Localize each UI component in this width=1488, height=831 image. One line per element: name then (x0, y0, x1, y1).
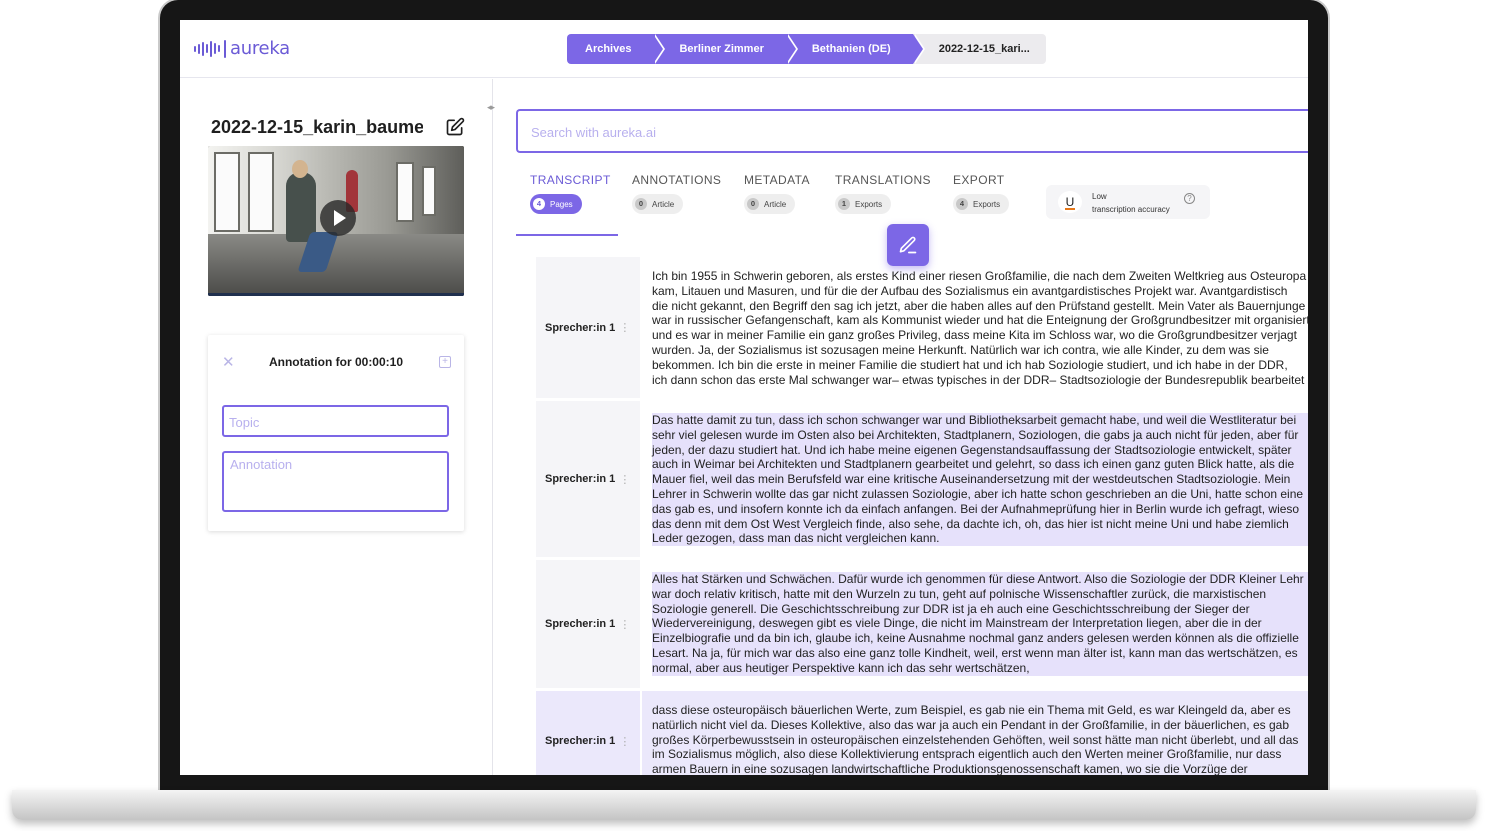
transcription-accuracy-badge: U Low transcription accuracy ? (1046, 185, 1210, 219)
tab-export[interactable]: EXPORT 4 Exports (953, 173, 1010, 236)
speaker-label[interactable]: Sprecher:in 1 ⋮ (536, 257, 640, 398)
tab-count-badge: 4 Pages (530, 194, 582, 214)
edit-title-icon[interactable] (445, 117, 465, 137)
more-icon[interactable]: ⋮ (619, 735, 630, 748)
topic-input[interactable]: Topic (222, 405, 449, 437)
breadcrumb-current-document: 2022-12-15_kari... (912, 34, 1046, 64)
panel-resize-handle-icon[interactable]: ◂▸ (487, 102, 495, 113)
tab-transcript[interactable]: TRANSCRIPT 4 Pages (530, 173, 611, 236)
annotation-card: ✕ Annotation for 00:00:10 + Topic Annota… (208, 335, 464, 531)
pen-icon (899, 236, 917, 254)
tab-annotations[interactable]: ANNOTATIONS 0 Article (632, 173, 721, 236)
segment-text[interactable]: Das hatte damit zu tun, dass ich schon s… (642, 401, 1308, 557)
segment-text[interactable]: Ich bin 1955 in Schwerin geboren, als er… (642, 257, 1308, 398)
logo-text: aureka (230, 38, 290, 59)
breadcrumb-bethanien[interactable]: Bethanien (DE) (785, 34, 925, 64)
active-tab-indicator (516, 234, 618, 236)
segment-text[interactable]: dass diese osteuropäisch bäuerlichen Wer… (642, 691, 1308, 775)
add-icon[interactable]: + (439, 356, 451, 368)
transcript-segment: Sprecher:in 1 ⋮ Ich bin 1955 in Schwerin … (536, 257, 1308, 398)
tab-metadata[interactable]: METADATA 0 Article (744, 173, 810, 236)
annotation-title: Annotation for 00:00:10 (268, 355, 403, 369)
tab-count-badge: 1 Exports (835, 194, 892, 214)
transcript-segment: Sprecher:in 1 ⋮ Das hatte damit zu tun, d… (536, 401, 1308, 557)
top-header: aureka Archives Berliner Zimmer Bethanie… (180, 20, 1308, 78)
document-title: 2022-12-15_karin_baumer (211, 117, 423, 137)
help-icon[interactable]: ? (1184, 193, 1195, 204)
left-panel: 2022-12-15_karin_baumer ✕ Annotation for… (180, 79, 493, 775)
more-icon[interactable]: ⋮ (619, 618, 630, 631)
laptop-base (12, 790, 1476, 820)
waveform-icon (194, 39, 226, 58)
aureka-logo[interactable]: aureka (194, 38, 290, 59)
annotation-textarea[interactable]: Annotation (222, 451, 449, 512)
speaker-label[interactable]: Sprecher:in 1 ⋮ (536, 691, 640, 775)
transcript-segment: Sprecher:in 1 ⋮ dass diese osteuropäisch … (536, 691, 1308, 775)
speaker-label[interactable]: Sprecher:in 1 ⋮ (536, 560, 640, 688)
segment-text[interactable]: Alles hat Stärken und Schwächen. Dafür w… (642, 560, 1308, 688)
tab-count-badge: 4 Exports (953, 194, 1010, 214)
speaker-label[interactable]: Sprecher:in 1 ⋮ (536, 401, 640, 557)
video-player[interactable] (208, 146, 464, 296)
transcript-list: Sprecher:in 1 ⋮ Ich bin 1955 in Schwerin … (536, 257, 1308, 775)
more-icon[interactable]: ⋮ (619, 321, 630, 334)
breadcrumb-archives[interactable]: Archives (567, 34, 667, 64)
more-icon[interactable]: ⋮ (619, 473, 630, 486)
app-screen: aureka Archives Berliner Zimmer Bethanie… (180, 20, 1308, 775)
play-icon[interactable] (320, 200, 356, 236)
breadcrumb-berliner-zimmer[interactable]: Berliner Zimmer (653, 34, 799, 64)
search-input[interactable]: Search with aureka.ai (516, 109, 1308, 153)
video-progress-bar[interactable] (208, 293, 464, 296)
accuracy-icon: U (1058, 191, 1082, 213)
tab-count-badge: 0 Article (744, 194, 796, 214)
tab-count-badge: 0 Article (632, 194, 684, 214)
breadcrumb: Archives Berliner Zimmer Bethanien (DE) … (567, 34, 1046, 64)
transcript-segment: Sprecher:in 1 ⋮ Alles hat Stärken und Sch… (536, 560, 1308, 688)
